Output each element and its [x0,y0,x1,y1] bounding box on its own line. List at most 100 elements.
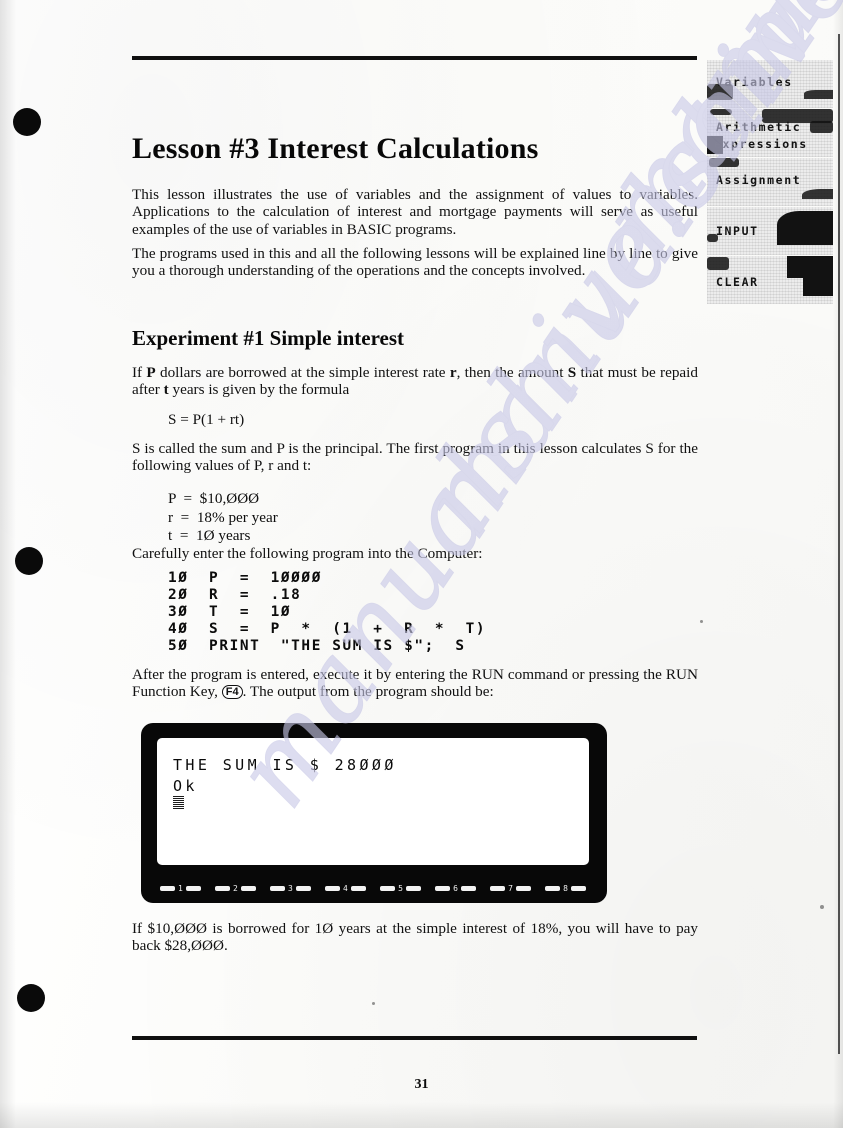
function-key[interactable]: 4 [325,883,366,893]
function-key[interactable]: 1 [160,883,201,893]
sidebar-tab-label: CLEAR [716,275,759,289]
lesson-topic-tabs: Variables Arithmetic expressions Assignm… [707,60,833,305]
code-line: 5Ø PRINT "THE SUM IS $"; S [168,638,466,654]
enter-program-instruction: Carefully enter the following program in… [132,545,483,562]
function-key[interactable]: 8 [545,883,586,893]
value-symbol: t [168,527,173,544]
function-key[interactable]: 3 [270,883,311,893]
binder-hole-bottom [17,984,45,1012]
function-key-number: 3 [288,883,293,893]
page-number: 31 [414,1077,429,1092]
scan-speck [372,1002,375,1005]
scan-blot [707,257,729,270]
function-key-bar-left [545,886,561,891]
function-key-bar-right [460,886,476,891]
function-key-bar-left [325,886,341,891]
f4-key-badge: F4 [221,685,243,700]
function-key-number: 4 [343,883,348,893]
exp-intro-a: If [132,364,147,381]
code-line: 2Ø R = .18 [168,587,302,603]
scan-blot [810,121,833,133]
function-key-bar-left [270,886,286,891]
sidebar-tab-variables[interactable]: Variables [707,60,833,108]
monitor-screen: THE SUM IS $ 28ØØØ Ok [157,738,589,865]
manual-page: manualshive.com manualshive.com manualsh… [0,0,843,1128]
formula: S = P(1 + rt) [168,411,245,428]
function-key-bar-left [215,886,231,891]
sidebar-tab-arithmetic-expressions[interactable]: Arithmetic expressions [707,109,833,157]
var-r: r [449,364,457,381]
function-key-bar-left [435,886,451,891]
screen-status-line: Ok [173,777,198,795]
conclusion-paragraph: If $10,ØØØ is borrowed for 1Ø years at t… [132,920,698,955]
exp-intro-c: dollars are borrowed at the simple inter… [155,364,450,381]
value-equals: = [183,490,193,507]
scan-edge-shadow-left [0,0,16,1128]
sidebar-tab-input[interactable]: INPUT [707,207,833,255]
experiment-title: Experiment #1 Simple interest [132,326,404,350]
var-p: P [146,364,156,381]
function-key-bar-right [240,886,256,891]
code-line: 1Ø P = 1ØØØØ [168,570,322,586]
scan-blot [777,211,833,245]
binder-hole-top [13,108,41,136]
exp-intro-i: years is given by the formula [168,381,350,399]
footer-rule [132,1036,697,1040]
sidebar-tab-assignment[interactable]: Assignment [707,158,833,206]
value-symbol: r [168,508,174,526]
function-key-number: 6 [453,883,458,893]
value-row: P = $10,ØØØ [168,490,734,509]
function-key-bar-right [185,886,201,891]
function-key-bar-right [295,886,311,891]
function-key-bar-right [350,886,366,891]
sidebar-tab-label: Assignment [716,173,802,187]
function-key-bar-left [160,886,175,891]
scan-blot [710,109,732,115]
function-key-bar-right [515,886,531,891]
binder-hole-middle [15,547,43,575]
function-key-bar-left [490,886,506,891]
value-symbol: P [168,490,176,507]
function-key-number: 5 [398,883,403,893]
scan-blot [804,90,833,99]
run-instruction-paragraph: After the program is entered, execute it… [132,666,698,701]
function-key-bar-right [405,886,421,891]
scan-blot [802,189,833,199]
scan-blot [787,256,833,278]
function-key-bar-left [380,886,396,891]
function-key[interactable]: 5 [380,883,421,893]
var-s: S [567,364,577,381]
sidebar-tab-label: Variables [716,75,793,89]
sidebar-tab-label: Arithmetic [716,120,802,134]
function-key-number: 7 [508,883,513,893]
screen-output-line: THE SUM IS $ 28ØØØ [173,756,397,774]
scan-speck [700,620,703,623]
sidebar-tab-label: INPUT [716,224,759,238]
function-key[interactable]: 7 [490,883,531,893]
run-text-b: . The output from the program should be: [242,683,494,701]
function-key-strip: 1 2 3 4 5 6 7 8 [157,881,589,896]
value-row: r = 18% per year [168,509,734,528]
value-equals: = [179,527,189,544]
intro-paragraph-2: The programs used in this and all the fo… [132,245,698,280]
exp-intro-e: , then the amount [456,364,568,381]
value-amount: 1Ø years [196,527,251,544]
function-key-number: 8 [563,883,568,893]
scan-blot [803,276,833,296]
value-amount: 18% per year [196,508,278,526]
function-key[interactable]: 6 [435,883,476,893]
sidebar-tab-clear[interactable]: CLEAR [707,256,833,304]
header-rule [132,56,697,60]
value-equals: = [180,508,190,526]
screen-cursor [173,796,184,809]
function-key-number: 2 [233,883,238,893]
code-line: 4Ø S = P * (1 + R * T) [168,621,487,637]
scan-blot [709,158,739,167]
function-key-number: 1 [178,883,183,893]
computer-monitor-illustration: THE SUM IS $ 28ØØØ Ok 1 2 3 4 5 6 7 8 [141,723,607,903]
page-title: Lesson #3 Interest Calculations [132,132,539,165]
value-list: P = $10,ØØØ r = 18% per year t = 1Ø year… [132,490,734,546]
page-edge-line [838,34,840,1054]
code-line: 3Ø T = 1Ø [168,604,292,620]
function-key[interactable]: 2 [215,883,256,893]
